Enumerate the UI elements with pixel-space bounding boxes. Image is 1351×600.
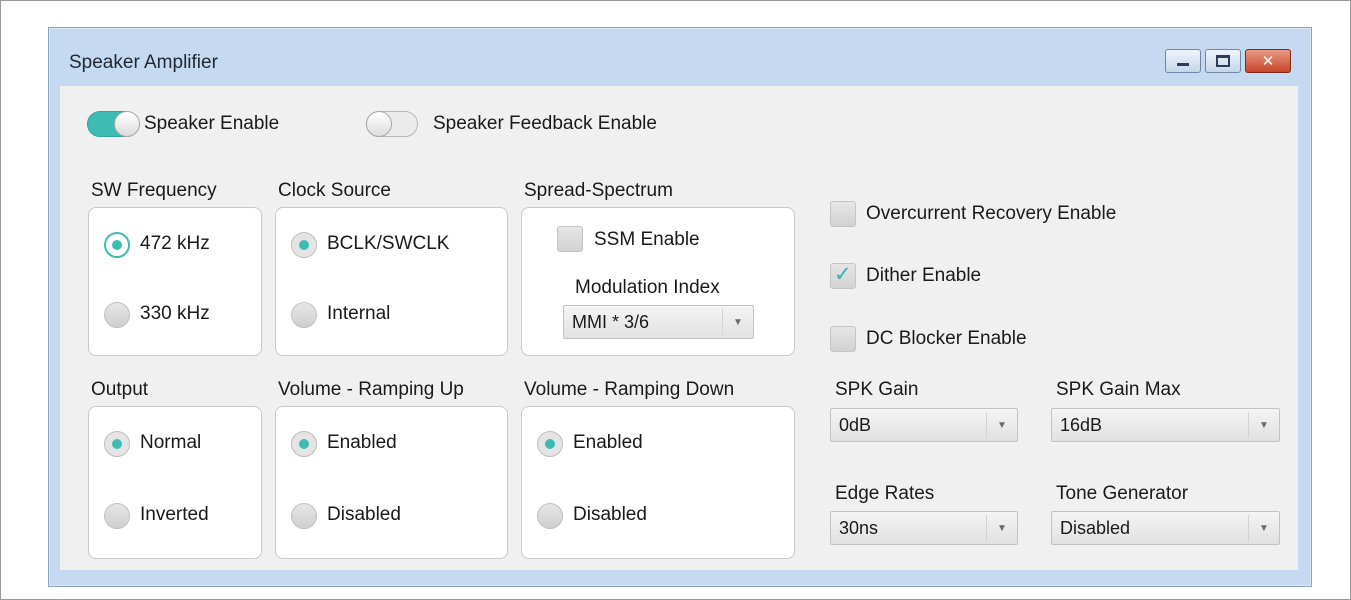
chevron-down-icon: ▼ bbox=[722, 309, 753, 335]
sw-frequency-group: 472 kHz 330 kHz bbox=[88, 207, 262, 356]
volume-ramping-down-group: Enabled Disabled bbox=[521, 406, 795, 559]
radio-472-khz-label: 472 kHz bbox=[140, 233, 210, 254]
output-title: Output bbox=[91, 379, 149, 400]
radio-ramp-down-enabled[interactable] bbox=[537, 431, 563, 457]
output-group: Normal Inverted bbox=[88, 406, 262, 559]
radio-internal-label: Internal bbox=[327, 303, 391, 324]
window-controls: ✕ bbox=[1161, 49, 1291, 73]
radio-ramp-up-disabled-label: Disabled bbox=[327, 504, 401, 525]
edge-rates-label: Edge Rates bbox=[835, 483, 935, 504]
spread-spectrum-group: SSM Enable Modulation Index MMI * 3/6 ▼ bbox=[521, 207, 795, 356]
edge-rates-value: 30ns bbox=[839, 518, 879, 538]
spk-gain-max-label: SPK Gain Max bbox=[1056, 379, 1181, 400]
client-area: Speaker Enable Speaker Feedback Enable S… bbox=[60, 86, 1298, 570]
ssm-enable-label: SSM Enable bbox=[594, 229, 700, 250]
radio-bclk-swclk-label: BCLK/SWCLK bbox=[327, 233, 450, 254]
chevron-down-icon: ▼ bbox=[986, 515, 1017, 541]
dither-enable-label: Dither Enable bbox=[866, 265, 982, 286]
close-icon: ✕ bbox=[1261, 52, 1275, 70]
spread-spectrum-title: Spread-Spectrum bbox=[524, 180, 673, 201]
volume-ramping-up-title: Volume - Ramping Up bbox=[278, 379, 464, 400]
title-bar[interactable]: Speaker Amplifier ✕ bbox=[49, 28, 1311, 86]
chevron-down-icon: ▼ bbox=[1248, 515, 1279, 541]
spk-gain-max-dropdown[interactable]: 16dB ▼ bbox=[1051, 408, 1280, 442]
clock-source-title: Clock Source bbox=[278, 180, 391, 201]
radio-ramp-down-enabled-label: Enabled bbox=[573, 432, 643, 453]
close-button[interactable]: ✕ bbox=[1245, 49, 1291, 73]
dc-blocker-checkbox[interactable] bbox=[830, 326, 856, 352]
tone-generator-value: Disabled bbox=[1060, 518, 1131, 538]
ssm-enable-checkbox[interactable] bbox=[557, 226, 583, 252]
spk-gain-dropdown[interactable]: 0dB ▼ bbox=[830, 408, 1018, 442]
clock-source-group: BCLK/SWCLK Internal bbox=[275, 207, 508, 356]
radio-ramp-up-enabled[interactable] bbox=[291, 431, 317, 457]
radio-472-khz[interactable] bbox=[104, 232, 130, 258]
radio-ramp-down-disabled-label: Disabled bbox=[573, 504, 647, 525]
volume-ramping-down-title: Volume - Ramping Down bbox=[524, 379, 735, 400]
radio-ramp-down-disabled[interactable] bbox=[537, 503, 563, 529]
volume-ramping-up-group: Enabled Disabled bbox=[275, 406, 508, 559]
speaker-feedback-enable-toggle[interactable] bbox=[366, 111, 418, 137]
toggle-knob bbox=[366, 111, 392, 137]
maximize-icon bbox=[1216, 55, 1230, 67]
toggle-knob bbox=[114, 111, 140, 137]
speaker-amplifier-window: Speaker Amplifier ✕ Speaker Enable Speak… bbox=[48, 27, 1312, 587]
radio-inverted[interactable] bbox=[104, 503, 130, 529]
spk-gain-value: 0dB bbox=[839, 415, 872, 435]
maximize-button[interactable] bbox=[1205, 49, 1241, 73]
speaker-enable-toggle[interactable] bbox=[87, 111, 140, 137]
radio-330-khz[interactable] bbox=[104, 302, 130, 328]
radio-ramp-up-disabled[interactable] bbox=[291, 503, 317, 529]
overcurrent-recovery-checkbox[interactable] bbox=[830, 201, 856, 227]
radio-bclk-swclk[interactable] bbox=[291, 232, 317, 258]
chevron-down-icon: ▼ bbox=[1248, 412, 1279, 438]
radio-normal-label: Normal bbox=[140, 432, 202, 453]
minimize-button[interactable] bbox=[1165, 49, 1201, 73]
spk-gain-label: SPK Gain bbox=[835, 379, 919, 400]
radio-330-khz-label: 330 kHz bbox=[140, 303, 210, 324]
radio-ramp-up-enabled-label: Enabled bbox=[327, 432, 397, 453]
speaker-feedback-enable-label: Speaker Feedback Enable bbox=[433, 113, 657, 134]
modulation-index-value: MMI * 3/6 bbox=[572, 312, 650, 332]
edge-rates-dropdown[interactable]: 30ns ▼ bbox=[830, 511, 1018, 545]
sw-frequency-title: SW Frequency bbox=[91, 180, 217, 201]
window-title: Speaker Amplifier bbox=[69, 52, 218, 73]
modulation-index-dropdown[interactable]: MMI * 3/6 ▼ bbox=[563, 305, 754, 339]
overcurrent-recovery-label: Overcurrent Recovery Enable bbox=[866, 203, 1117, 224]
tone-generator-label: Tone Generator bbox=[1056, 483, 1189, 504]
chevron-down-icon: ▼ bbox=[986, 412, 1017, 438]
radio-internal[interactable] bbox=[291, 302, 317, 328]
modulation-index-label: Modulation Index bbox=[575, 277, 720, 298]
radio-normal[interactable] bbox=[104, 431, 130, 457]
radio-inverted-label: Inverted bbox=[140, 504, 209, 525]
checkmark-icon: ✓ bbox=[834, 262, 852, 286]
dc-blocker-label: DC Blocker Enable bbox=[866, 328, 1027, 349]
minimize-icon bbox=[1177, 62, 1189, 66]
tone-generator-dropdown[interactable]: Disabled ▼ bbox=[1051, 511, 1280, 545]
speaker-enable-label: Speaker Enable bbox=[144, 113, 280, 134]
dither-enable-checkbox[interactable]: ✓ bbox=[830, 262, 856, 289]
spk-gain-max-value: 16dB bbox=[1060, 415, 1103, 435]
